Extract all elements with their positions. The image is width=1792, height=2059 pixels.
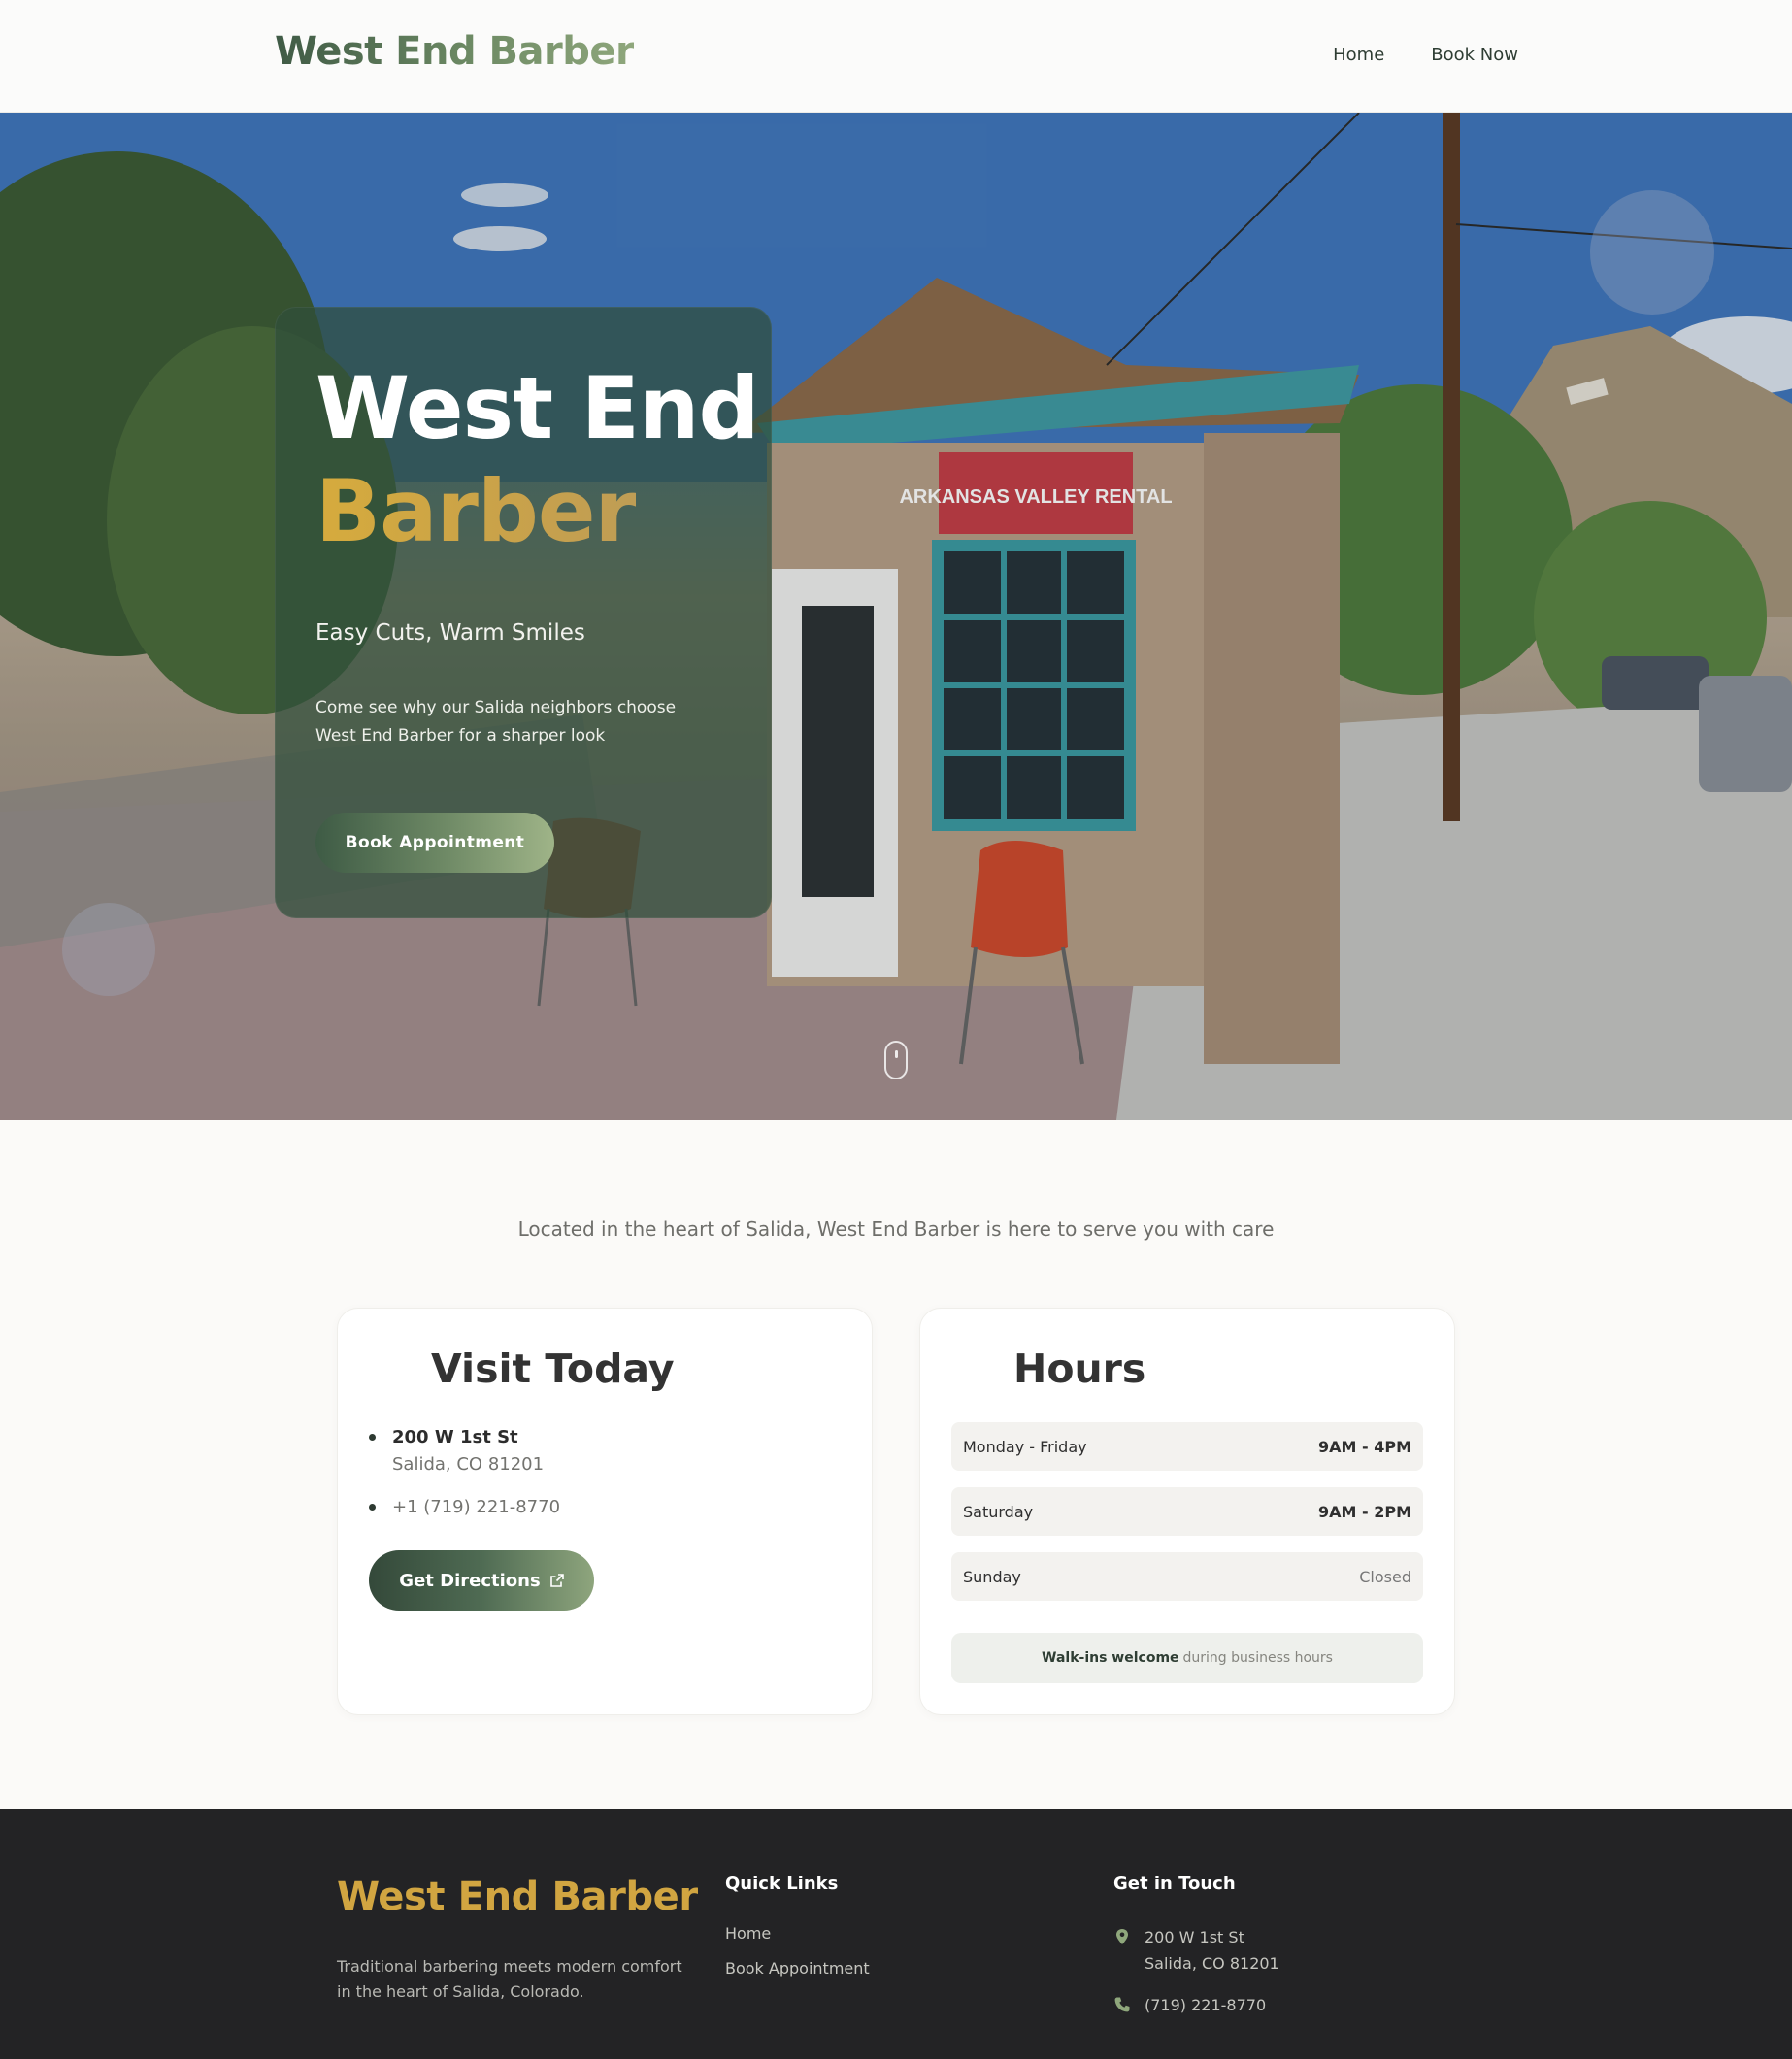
hours-day: Sunday — [963, 1567, 1021, 1586]
address-line2: Salida, CO 81201 — [392, 1454, 545, 1475]
hero-overlay — [0, 113, 1792, 1120]
visit-card: Visit Today 200 W 1st St Salida, CO 8120… — [337, 1308, 873, 1715]
phone-item: +1 (719) 221-8770 — [369, 1495, 560, 1520]
hours-row: Sunday Closed — [951, 1552, 1423, 1601]
hours-row: Monday - Friday 9AM - 4PM — [951, 1422, 1423, 1471]
get-directions-button[interactable]: Get Directions — [369, 1550, 594, 1611]
hours-time: 9AM - 4PM — [1318, 1437, 1411, 1456]
footer-address-line1: 200 W 1st St — [1145, 1928, 1244, 1946]
footer-phone: (719) 221-8770 — [1113, 1992, 1279, 2018]
hours-card-title: Hours — [1013, 1345, 1146, 1392]
brand-logo[interactable]: West End Barber — [275, 29, 635, 74]
decor-bubble-bottom — [62, 903, 155, 996]
walkin-bold: Walk-ins welcome — [1042, 1650, 1179, 1666]
visit-card-title: Visit Today — [431, 1345, 675, 1392]
hero-title-line2: Barber — [315, 461, 637, 561]
phone-icon — [1114, 1997, 1130, 2012]
hero-card: West End Barber Easy Cuts, Warm Smiles C… — [275, 307, 772, 918]
hours-card: Hours Monday - Friday 9AM - 4PM Saturday… — [919, 1308, 1455, 1715]
decor-bubble-top — [1590, 190, 1714, 315]
visit-details-list: 200 W 1st St Salida, CO 81201 +1 (719) 2… — [369, 1425, 560, 1538]
footer-link-book-appointment[interactable]: Book Appointment — [725, 1959, 870, 1977]
hero-title-line1: West End — [315, 358, 759, 458]
hours-time: Closed — [1359, 1567, 1411, 1586]
address-line1: 200 W 1st St — [392, 1427, 518, 1447]
location-tagline: Located in the heart of Salida, West End… — [517, 1217, 1275, 1241]
footer-contact: 200 W 1st St Salida, CO 81201 (719) 221-… — [1113, 1924, 1279, 2034]
nav-home-link[interactable]: Home — [1333, 45, 1384, 65]
phone-number[interactable]: +1 (719) 221-8770 — [392, 1497, 560, 1517]
hours-day: Saturday — [963, 1502, 1034, 1521]
walkin-notice: Walk-ins welcome during business hours — [951, 1633, 1423, 1683]
hero-subtitle: Easy Cuts, Warm Smiles — [315, 620, 585, 646]
quick-links-list: Home Book Appointment — [725, 1924, 870, 1994]
address-item: 200 W 1st St Salida, CO 81201 — [369, 1425, 560, 1478]
book-appointment-button[interactable]: Book Appointment — [315, 813, 554, 873]
contact-title: Get in Touch — [1113, 1874, 1236, 1894]
quick-links-title: Quick Links — [725, 1874, 839, 1894]
footer-phone-number[interactable]: (719) 221-8770 — [1145, 1996, 1266, 2014]
walkin-rest: during business hours — [1182, 1650, 1333, 1666]
scroll-mouse-icon[interactable] — [884, 1041, 908, 1079]
footer-link-home[interactable]: Home — [725, 1924, 870, 1943]
site-header: West End Barber Home Book Now — [0, 0, 1792, 113]
hours-row: Saturday 9AM - 2PM — [951, 1487, 1423, 1536]
footer-brand: West End Barber — [337, 1875, 698, 1919]
hours-day: Monday - Friday — [963, 1437, 1087, 1456]
footer-address-line2: Salida, CO 81201 — [1145, 1954, 1279, 1973]
map-pin-icon — [1116, 1929, 1128, 1944]
footer-address: 200 W 1st St Salida, CO 81201 — [1113, 1924, 1279, 1976]
get-directions-label: Get Directions — [399, 1570, 541, 1591]
hero-description: Come see why our Salida neighbors choose… — [315, 698, 677, 746]
main-nav: Home Book Now — [1333, 45, 1518, 65]
site-footer: West End Barber Traditional barbering me… — [0, 1809, 1792, 2059]
hours-time: 9AM - 2PM — [1318, 1502, 1411, 1521]
external-link-icon — [549, 1574, 564, 1587]
nav-book-now-link[interactable]: Book Now — [1431, 45, 1518, 65]
footer-description: Traditional barbering meets modern comfo… — [337, 1957, 682, 2001]
hero-section: ARKANSAS VALLEY RENTAL West End Barber E… — [0, 113, 1792, 1120]
